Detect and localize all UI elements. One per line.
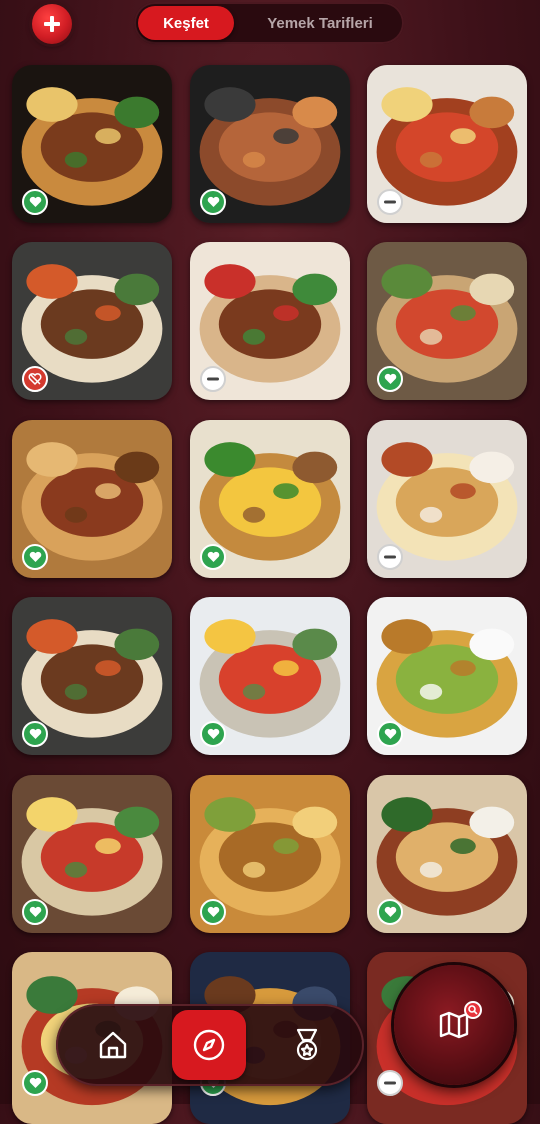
food-card[interactable]: [12, 420, 172, 578]
heart-icon: [207, 728, 219, 739]
food-card[interactable]: [190, 242, 350, 400]
food-card[interactable]: [12, 775, 172, 933]
minus-icon: [384, 555, 396, 559]
food-card[interactable]: [190, 597, 350, 755]
food-card[interactable]: [367, 65, 527, 223]
favorite-badge[interactable]: [200, 721, 226, 747]
favorite-badge[interactable]: [22, 189, 48, 215]
favorite-badge[interactable]: [200, 899, 226, 925]
favorite-badge[interactable]: [22, 544, 48, 570]
heart-icon: [384, 728, 396, 739]
minus-icon: [384, 200, 396, 204]
minus-icon: [384, 1081, 396, 1085]
food-grid: [0, 0, 540, 1124]
food-card[interactable]: [367, 597, 527, 755]
home-icon: [99, 1031, 127, 1059]
heart-icon: [207, 551, 219, 562]
search-icon: [468, 1005, 478, 1015]
heart-icon: [29, 1077, 41, 1088]
favorite-badge[interactable]: [22, 721, 48, 747]
food-card[interactable]: [12, 65, 172, 223]
favorite-badge[interactable]: [200, 189, 226, 215]
heart-icon: [384, 373, 396, 384]
food-card[interactable]: [12, 242, 172, 400]
food-card[interactable]: [367, 242, 527, 400]
heart-icon: [29, 551, 41, 562]
minus-icon: [207, 377, 219, 381]
food-card[interactable]: [367, 775, 527, 933]
neutral-badge[interactable]: [377, 544, 403, 570]
favorite-badge[interactable]: [377, 721, 403, 747]
heart-icon: [384, 906, 396, 917]
heart-icon: [207, 196, 219, 207]
food-card[interactable]: [367, 420, 527, 578]
nav-home[interactable]: [80, 1012, 146, 1078]
favorite-badge[interactable]: [377, 366, 403, 392]
heart-crossed-icon: [28, 373, 42, 386]
nav-awards[interactable]: [274, 1012, 340, 1078]
neutral-badge[interactable]: [377, 189, 403, 215]
neutral-badge[interactable]: [200, 366, 226, 392]
compass-icon: [193, 1029, 225, 1061]
heart-icon: [29, 728, 41, 739]
disliked-badge[interactable]: [22, 366, 48, 392]
heart-icon: [29, 196, 41, 207]
food-card[interactable]: [190, 420, 350, 578]
bottom-nav: [56, 1004, 364, 1086]
heart-icon: [207, 906, 219, 917]
neutral-badge[interactable]: [377, 1070, 403, 1096]
favorite-badge[interactable]: [377, 899, 403, 925]
food-card[interactable]: [190, 775, 350, 933]
favorite-badge[interactable]: [22, 1070, 48, 1096]
favorite-badge[interactable]: [22, 899, 48, 925]
food-card[interactable]: [12, 597, 172, 755]
favorite-badge[interactable]: [200, 544, 226, 570]
heart-icon: [29, 906, 41, 917]
map-button[interactable]: [394, 965, 514, 1085]
food-card[interactable]: [190, 65, 350, 223]
map-search-badge: [464, 1001, 482, 1019]
medal-icon: [296, 1028, 318, 1061]
nav-explore[interactable]: [172, 1010, 246, 1080]
